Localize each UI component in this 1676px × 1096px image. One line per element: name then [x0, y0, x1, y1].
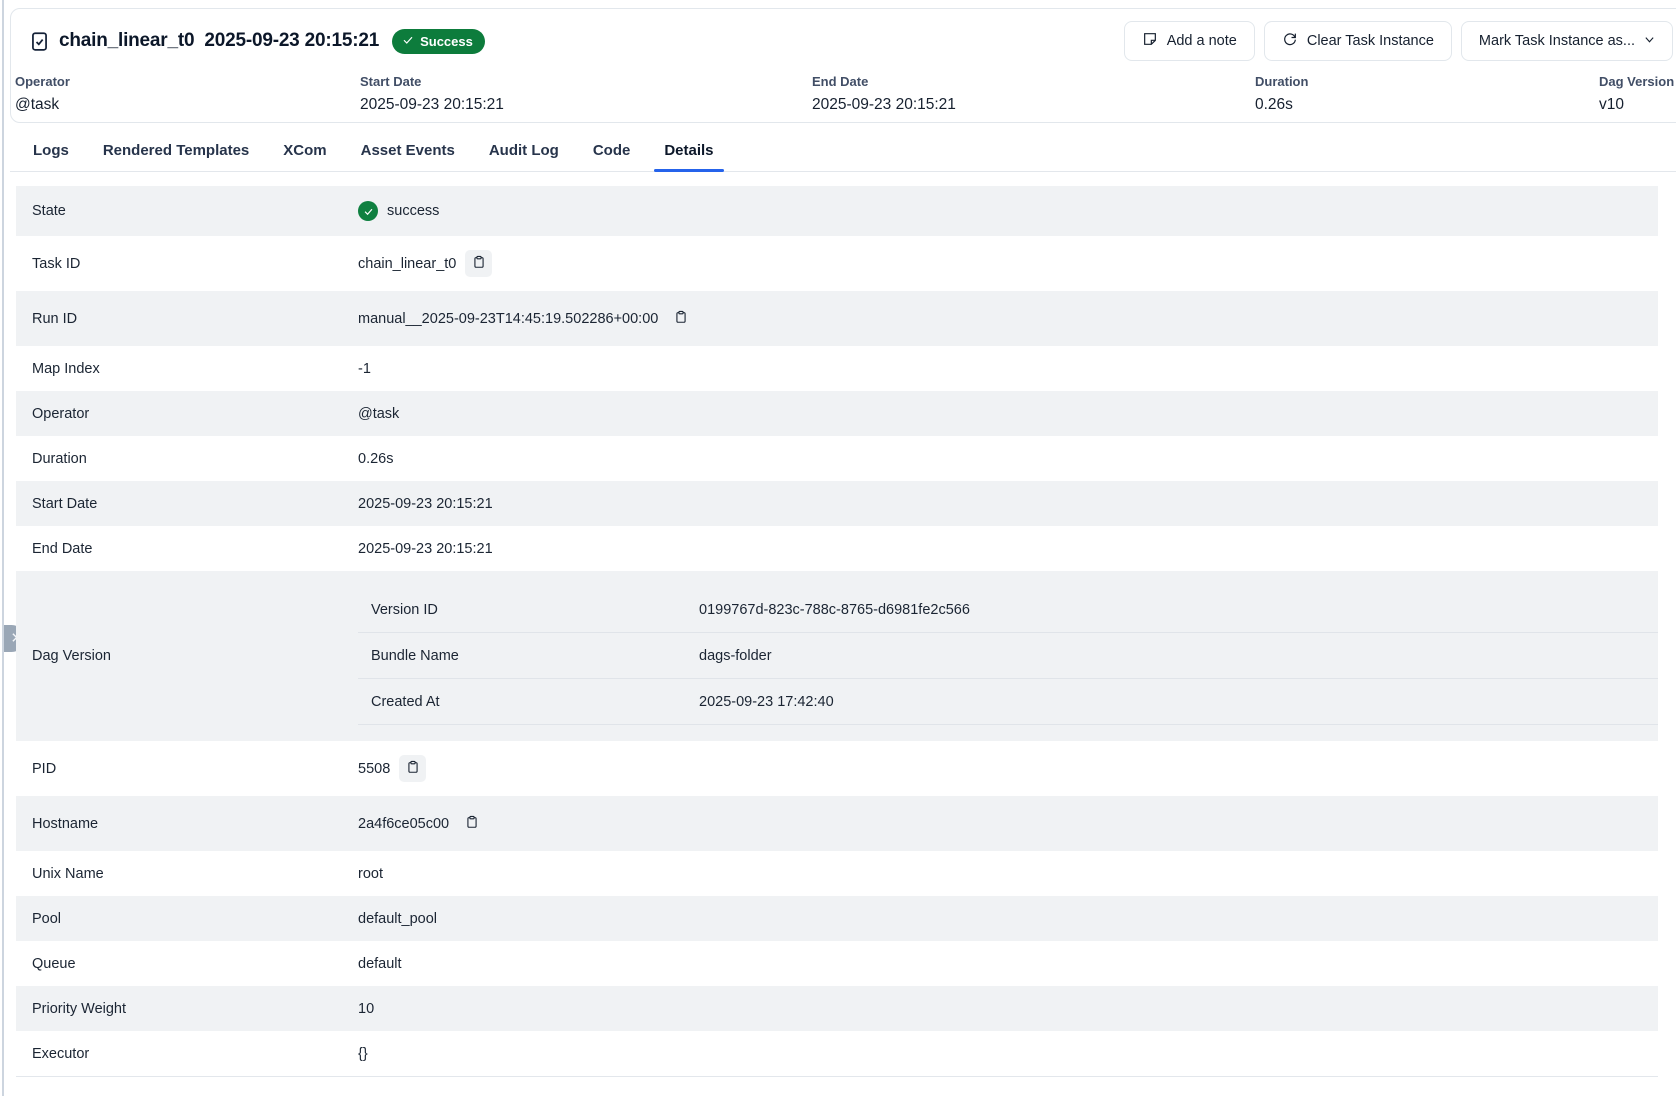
- panel-resize-splitter[interactable]: [2, 0, 4, 1096]
- success-state-icon: [358, 201, 378, 221]
- run-date: 2025-09-23 20:15:21: [204, 30, 379, 52]
- tab-audit-log[interactable]: Audit Log: [479, 134, 569, 171]
- clear-task-instance-button[interactable]: Clear Task Instance: [1264, 21, 1452, 61]
- copy-task-id-button[interactable]: [465, 250, 492, 277]
- dag-version-subtable: Version ID 0199767d-823c-788c-8765-d6981…: [358, 587, 1658, 725]
- table-row-state: State success: [16, 186, 1658, 236]
- table-row-duration: Duration 0.26s: [16, 436, 1658, 481]
- tab-rendered-templates[interactable]: Rendered Templates: [93, 134, 259, 171]
- tab-details[interactable]: Details: [654, 134, 723, 171]
- table-row-pool: Pool default_pool: [16, 896, 1658, 941]
- clipboard-icon: [406, 760, 420, 777]
- tab-asset-events[interactable]: Asset Events: [351, 134, 465, 171]
- meta-start-date: Start Date2025-09-23 20:15:21: [360, 74, 812, 114]
- check-icon: [402, 34, 414, 49]
- task-instance-header: chain_linear_t0 2025-09-23 20:15:21 Succ…: [10, 8, 1676, 123]
- header-actions: Add a note Clear Task Instance Mark Task…: [1124, 21, 1673, 61]
- meta-operator: Operator@task: [15, 74, 360, 114]
- tab-logs[interactable]: Logs: [23, 134, 79, 171]
- meta-dag-version: Dag Versionv10: [1599, 74, 1676, 114]
- table-row-run-id: Run ID manual__2025-09-23T14:45:19.50228…: [16, 291, 1658, 346]
- page-title: chain_linear_t0: [59, 30, 194, 52]
- meta-end-date: End Date2025-09-23 20:15:21: [812, 74, 1255, 114]
- meta-duration: Duration0.26s: [1255, 74, 1599, 114]
- clipboard-icon: [472, 255, 486, 272]
- status-badge: Success: [392, 29, 485, 54]
- mark-task-instance-as-button[interactable]: Mark Task Instance as...: [1461, 21, 1673, 61]
- table-row-map-index: Map Index -1: [16, 346, 1658, 391]
- tab-bar: Logs Rendered Templates XCom Asset Event…: [10, 134, 1676, 172]
- copy-pid-button[interactable]: [399, 755, 426, 782]
- table-row-priority-weight: Priority Weight 10: [16, 986, 1658, 1031]
- table-row-queue: Queue default: [16, 941, 1658, 986]
- header-meta: Operator@task Start Date2025-09-23 20:15…: [11, 74, 1676, 114]
- clipboard-icon: [674, 310, 688, 327]
- add-note-button[interactable]: Add a note: [1124, 21, 1255, 61]
- details-table: State success Task ID chain_linear_t0 Ru…: [16, 186, 1658, 1077]
- note-icon: [1142, 31, 1158, 51]
- tab-xcom[interactable]: XCom: [273, 134, 336, 171]
- subtable-row-bundle-name: Bundle Name dags-folder: [358, 633, 1658, 679]
- clipboard-icon: [465, 815, 479, 832]
- table-row-dag-version: Dag Version Version ID 0199767d-823c-788…: [16, 571, 1658, 741]
- caret-down-icon: [1644, 33, 1655, 49]
- task-document-check-icon: [29, 31, 50, 52]
- copy-hostname-button[interactable]: [458, 810, 485, 837]
- table-row-unix-name: Unix Name root: [16, 851, 1658, 896]
- redo-icon: [1282, 31, 1298, 51]
- table-row-end-date: End Date 2025-09-23 20:15:21: [16, 526, 1658, 571]
- copy-run-id-button[interactable]: [667, 305, 694, 332]
- table-row-hostname: Hostname 2a4f6ce05c00: [16, 796, 1658, 851]
- subtable-row-version-id: Version ID 0199767d-823c-788c-8765-d6981…: [358, 587, 1658, 633]
- table-row-operator: Operator @task: [16, 391, 1658, 436]
- table-row-task-id: Task ID chain_linear_t0: [16, 236, 1658, 291]
- table-row-executor: Executor {}: [16, 1031, 1658, 1076]
- task-instance-details-page: chain_linear_t0 2025-09-23 20:15:21 Succ…: [0, 0, 1676, 1096]
- tab-code[interactable]: Code: [583, 134, 641, 171]
- table-row-start-date: Start Date 2025-09-23 20:15:21: [16, 481, 1658, 526]
- table-row-pid: PID 5508: [16, 741, 1658, 796]
- subtable-row-created-at: Created At 2025-09-23 17:42:40: [358, 679, 1658, 725]
